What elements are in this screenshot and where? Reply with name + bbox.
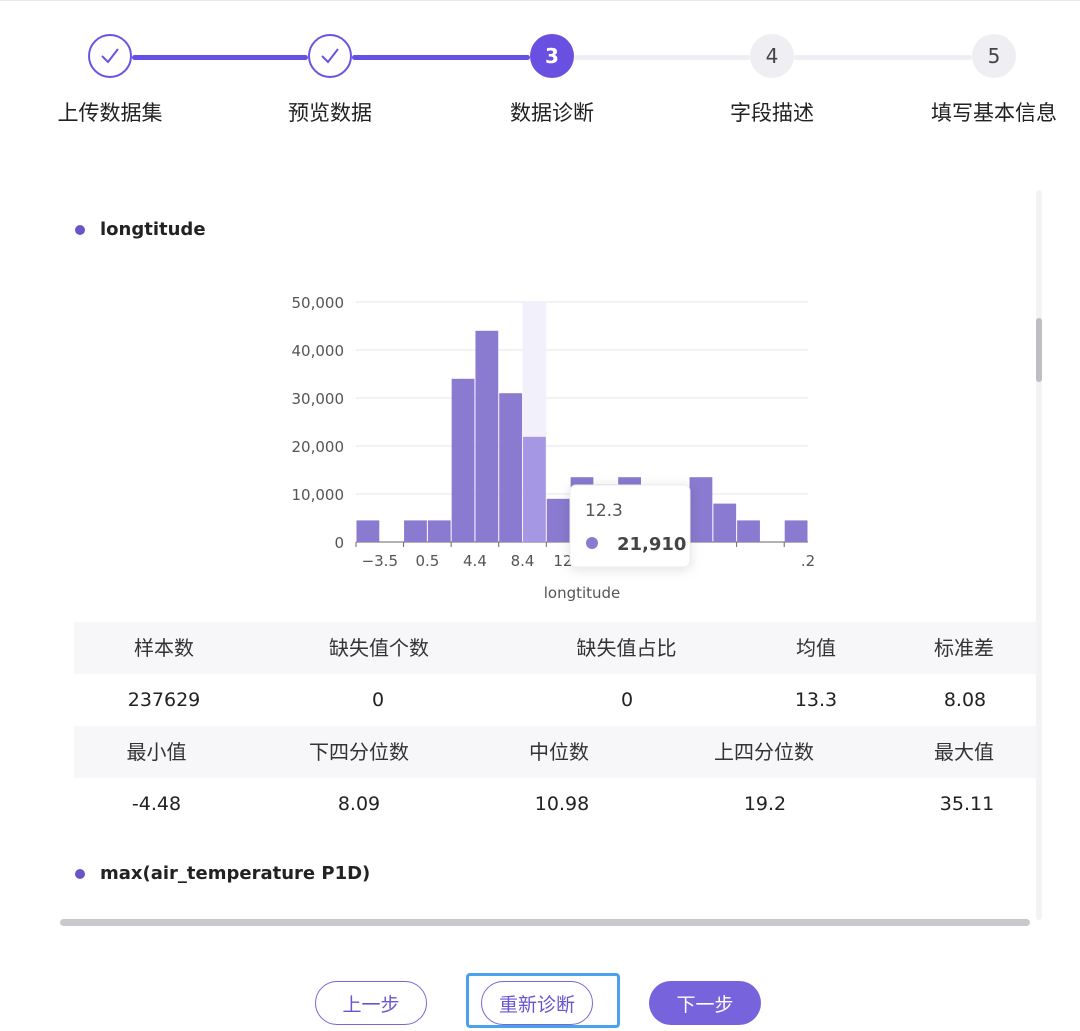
step-2-label: 预览数据: [288, 101, 372, 125]
header-max: 最大值: [934, 740, 994, 764]
step-3-circle[interactable]: 3: [530, 34, 574, 78]
step-1-label: 上传数据集: [57, 101, 163, 125]
histogram-bar[interactable]: [737, 520, 760, 542]
step-connector-4: [794, 55, 972, 60]
stats-value-row-1: 237629 0 0 13.3 8.08: [74, 674, 1037, 726]
step-3-label: 数据诊断: [510, 101, 594, 125]
field-name: longtitude: [100, 219, 206, 240]
x-tick-label: −3.5: [362, 552, 398, 570]
chart-tooltip: 12.3 21,910: [569, 484, 691, 568]
histogram-bar[interactable]: [784, 520, 808, 542]
x-tick-label: 0.5: [415, 552, 439, 570]
step-connector-2: [352, 55, 530, 60]
stats-header-row-2: 最小值 下四分位数 中位数 上四分位数 最大值: [74, 726, 1037, 778]
histogram-bar[interactable]: [713, 503, 737, 542]
header-min: 最小值: [126, 740, 187, 764]
step-5-label: 填写基本信息: [931, 101, 1057, 125]
header-missing-ratio: 缺失值占比: [576, 636, 677, 660]
next-step-button[interactable]: 下一步: [649, 981, 761, 1025]
header-std: 标准差: [934, 636, 994, 660]
y-tick-label: 20,000: [292, 438, 345, 456]
stats-table: 样本数 缺失值个数 缺失值占比 均值 标准差 237629 0 0 13.3 8…: [74, 622, 1037, 830]
y-tick-label: 10,000: [292, 486, 345, 504]
header-q1: 下四分位数: [309, 740, 409, 764]
histogram-bar[interactable]: [523, 436, 546, 542]
step-connector-1: [132, 55, 308, 60]
histogram-bar[interactable]: [427, 520, 451, 542]
histogram-chart[interactable]: 0 10,000 20,000 30,000 40,000 50,000 −3.5 0.5 4…: [270, 285, 830, 615]
value-max: 35.11: [939, 793, 995, 815]
histogram-bar[interactable]: [475, 330, 499, 542]
step-1-check-icon[interactable]: [88, 34, 132, 78]
x-tick-label: 8.4: [511, 552, 535, 570]
step-4-label: 字段描述: [730, 101, 814, 125]
header-median: 中位数: [529, 740, 589, 764]
value-std: 8.08: [943, 689, 987, 711]
header-mean: 均值: [796, 636, 836, 660]
histogram-bar[interactable]: [546, 498, 570, 542]
field-max-air-temperature-title: max(air_temperature P1D): [75, 863, 370, 884]
stats-header-row-1: 样本数 缺失值个数 缺失值占比 均值 标准差: [74, 622, 1037, 674]
tooltip-value: 21,910: [617, 534, 686, 555]
x-axis-label: longtitude: [544, 584, 621, 602]
histogram-bar[interactable]: [404, 520, 427, 542]
header-missing-count: 缺失值个数: [329, 636, 429, 660]
histogram-bar[interactable]: [356, 520, 380, 542]
value-mean: 13.3: [794, 689, 838, 711]
field-name: max(air_temperature P1D): [100, 863, 371, 884]
vertical-scrollbar-thumb[interactable]: [1036, 318, 1042, 382]
histogram-bar[interactable]: [499, 393, 523, 542]
tooltip-x-value: 12.3: [585, 501, 623, 521]
bullet-dot-icon: [75, 868, 85, 879]
progress-stepper: 3 4 5 上传数据集 预览数据 数据诊断 字段描述 填写基本信息: [0, 0, 1080, 140]
histogram-bar[interactable]: [689, 477, 713, 542]
histogram-bar[interactable]: [451, 378, 475, 542]
value-q3: 19.2: [743, 793, 787, 815]
value-missing-count: 0: [371, 689, 385, 711]
y-tick-label: 30,000: [292, 390, 345, 408]
stats-value-row-2: -4.48 8.09 10.98 19.2 35.11: [74, 778, 1037, 830]
bullet-dot-icon: [75, 224, 85, 235]
rediagnose-button[interactable]: 重新诊断: [481, 981, 593, 1025]
value-sample-count: 237629: [127, 689, 201, 711]
x-tick-label: 4.4: [463, 552, 487, 570]
field-longtitude-title: longtitude: [75, 219, 206, 240]
value-missing-ratio: 0: [620, 689, 634, 711]
header-sample-count: 样本数: [134, 636, 194, 660]
step-2-check-icon[interactable]: [308, 34, 352, 78]
horizontal-scrollbar[interactable]: [60, 919, 1030, 926]
y-tick-label: 50,000: [292, 294, 345, 312]
header-q3: 上四分位数: [714, 740, 814, 764]
step-connector-3: [574, 55, 750, 60]
previous-step-button[interactable]: 上一步: [315, 981, 427, 1025]
y-tick-label: 40,000: [292, 342, 345, 360]
value-q1: 8.09: [337, 793, 381, 815]
x-tick-label: .2: [801, 552, 815, 570]
value-median: 10.98: [534, 793, 590, 815]
y-tick-label: 0: [334, 534, 344, 552]
tooltip-series-dot: [586, 537, 598, 549]
step-5-circle[interactable]: 5: [972, 34, 1016, 78]
value-min: -4.48: [131, 793, 182, 815]
step-4-circle[interactable]: 4: [750, 34, 794, 78]
